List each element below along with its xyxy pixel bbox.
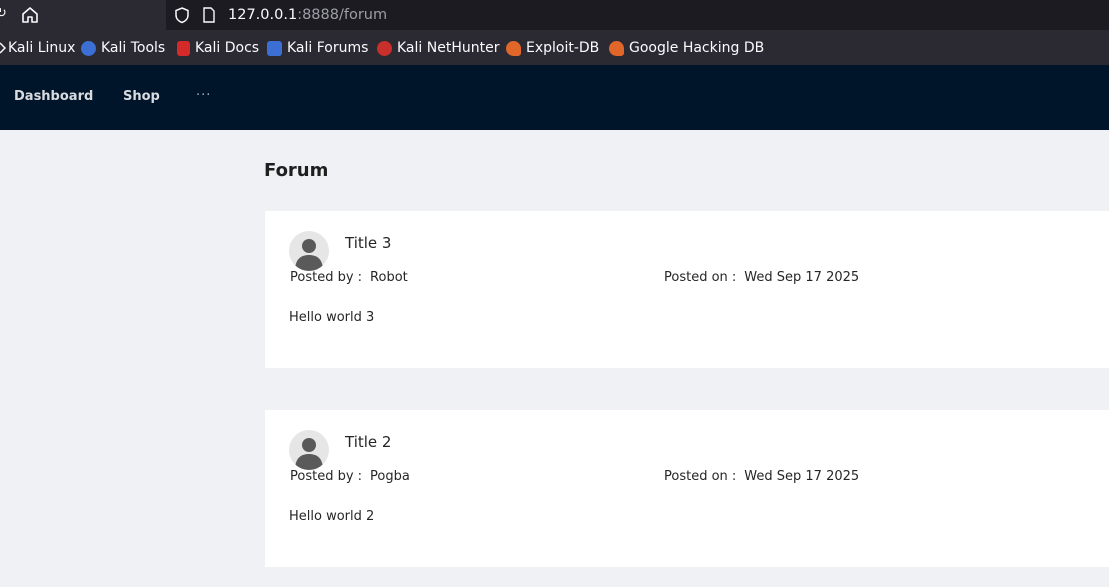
url-text[interactable]: 127.0.0.1:8888/forum bbox=[228, 6, 387, 24]
bookmark-label: Exploit-DB bbox=[526, 40, 600, 56]
post-title[interactable]: Title 3 bbox=[345, 234, 391, 252]
bookmark-kali-nethunter[interactable]: Kali NetHunter bbox=[377, 39, 499, 57]
bookmark-kali-linux[interactable]: Kali Linux bbox=[0, 39, 75, 57]
post-author: Robot bbox=[370, 270, 408, 285]
top-navigation: Dashboard Shop bbox=[0, 65, 1109, 130]
kali-docs-icon bbox=[177, 40, 190, 56]
avatar bbox=[289, 430, 329, 470]
forum-post-card[interactable]: Title 3 Posted by : Robot Posted on : Wed … bbox=[265, 211, 1109, 368]
bookmarks-bar: Kali Linux Kali Tools Kali Docs Kali For… bbox=[0, 30, 1109, 65]
nav-dashboard[interactable]: Dashboard bbox=[14, 89, 93, 104]
post-author: Pogba bbox=[370, 469, 410, 484]
post-title[interactable]: Title 2 bbox=[345, 433, 391, 451]
posted-on-label: Posted on : bbox=[664, 469, 737, 484]
post-body: Hello world 3 bbox=[289, 310, 375, 325]
kali-forums-icon bbox=[267, 40, 282, 56]
bookmark-kali-tools[interactable]: Kali Tools bbox=[81, 39, 165, 57]
post-date: Wed Sep 17 2025 bbox=[744, 469, 860, 484]
nav-more-icon[interactable]: ··· bbox=[196, 88, 211, 103]
bookmark-label: Kali Docs bbox=[195, 40, 260, 56]
kali-tools-icon bbox=[81, 40, 96, 56]
home-icon[interactable] bbox=[20, 5, 40, 25]
user-icon bbox=[295, 438, 323, 470]
user-icon bbox=[295, 239, 323, 271]
shield-icon[interactable] bbox=[174, 6, 190, 24]
bookmark-label: Kali Forums bbox=[287, 40, 369, 56]
url-path: :8888/forum bbox=[297, 7, 388, 23]
bookmark-label: Kali Linux bbox=[8, 40, 76, 56]
exploitdb-icon bbox=[506, 40, 521, 56]
bookmark-kali-docs[interactable]: Kali Docs bbox=[177, 39, 259, 57]
page-title: Forum bbox=[264, 160, 329, 181]
reload-icon[interactable]: ↻ bbox=[0, 6, 7, 24]
bookmark-label: Kali Tools bbox=[101, 40, 166, 56]
kali-icon bbox=[0, 41, 7, 56]
forum-post-card[interactable]: Title 2 Posted by : Pogba Posted on : Wed … bbox=[265, 410, 1109, 567]
posted-by: Posted by : Pogba bbox=[290, 469, 410, 484]
posted-on: Posted on : Wed Sep 17 2025 bbox=[664, 270, 859, 285]
bookmark-kali-forums[interactable]: Kali Forums bbox=[267, 39, 368, 57]
posted-on-label: Posted on : bbox=[664, 270, 737, 285]
posted-by-label: Posted by : bbox=[290, 270, 363, 285]
post-date: Wed Sep 17 2025 bbox=[744, 270, 860, 285]
browser-toolbar: ↻ 127.0.0.1:8888/forum bbox=[0, 0, 1109, 30]
url-host: 127.0.0.1 bbox=[228, 7, 298, 23]
nethunter-icon bbox=[377, 40, 392, 56]
bookmark-label: Kali NetHunter bbox=[397, 40, 500, 56]
posted-by: Posted by : Robot bbox=[290, 270, 408, 285]
bookmark-google-hacking-db[interactable]: Google Hacking DB bbox=[609, 39, 764, 57]
nav-shop[interactable]: Shop bbox=[123, 89, 160, 104]
bookmark-exploit-db[interactable]: Exploit-DB bbox=[506, 39, 599, 57]
posted-on: Posted on : Wed Sep 17 2025 bbox=[664, 469, 859, 484]
ghdb-icon bbox=[609, 40, 624, 56]
avatar bbox=[289, 231, 329, 271]
posted-by-label: Posted by : bbox=[290, 469, 363, 484]
bookmark-label: Google Hacking DB bbox=[629, 40, 765, 56]
page-icon[interactable] bbox=[202, 6, 216, 24]
post-body: Hello world 2 bbox=[289, 509, 375, 524]
